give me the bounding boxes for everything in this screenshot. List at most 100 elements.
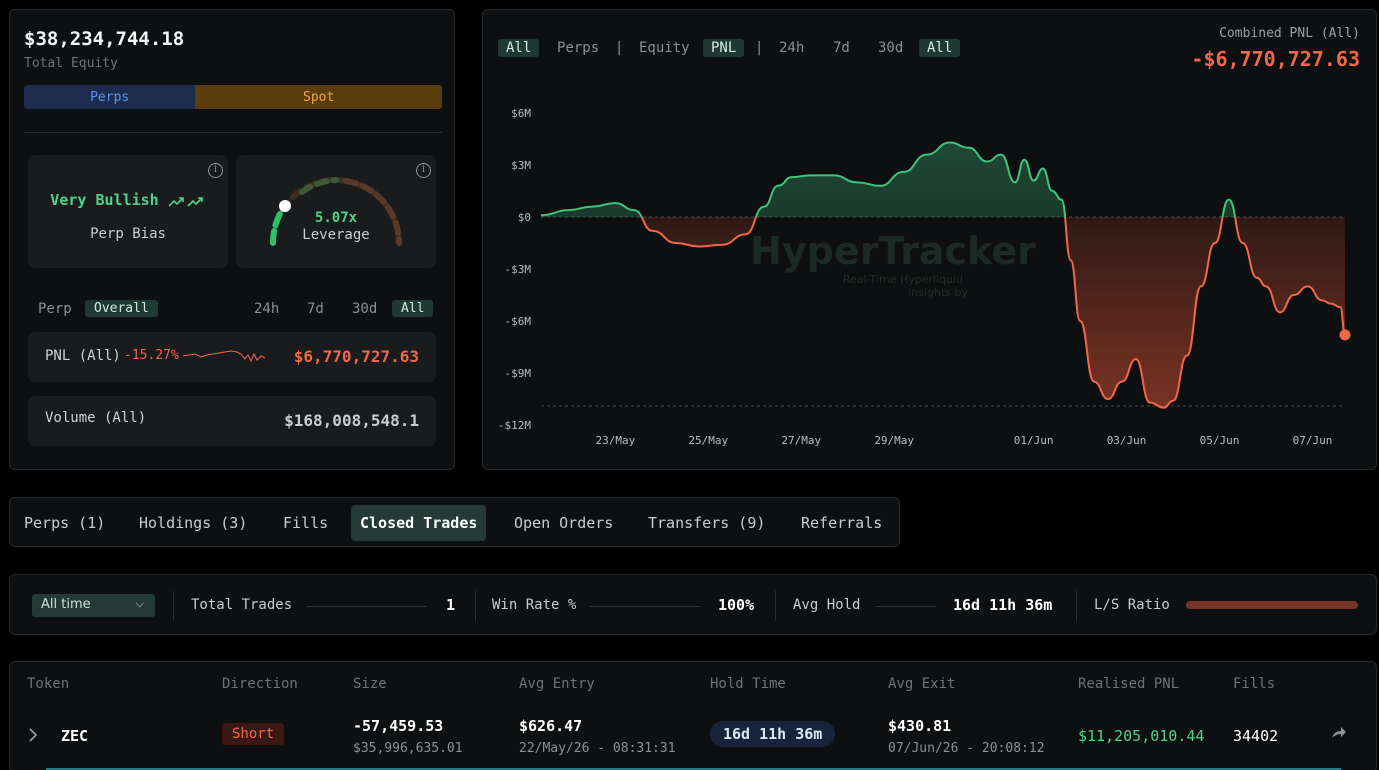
divider bbox=[475, 591, 476, 621]
leverage-label: Leverage bbox=[302, 227, 370, 243]
realised-pnl-value: $11,205,010.44 bbox=[1078, 727, 1205, 745]
x-tick-label: 27/May bbox=[781, 434, 821, 447]
pnl-filter-row: Perp Overall 24h 7d 30d All bbox=[28, 300, 446, 320]
pnl-row: PNL (All) -15.27% $6,770,727.63 bbox=[28, 332, 436, 382]
pnl-percent: -15.27% bbox=[124, 348, 179, 363]
filter-7d[interactable]: 7d bbox=[307, 301, 324, 317]
col-avg-exit[interactable]: Avg Exit bbox=[888, 676, 955, 692]
pnl-value: $6,770,727.63 bbox=[293, 347, 419, 366]
watermark: HyperTracker bbox=[750, 229, 1036, 273]
portfolio-tabs: Perps (1) Holdings (3) Fills Closed Trad… bbox=[9, 497, 900, 547]
pnl-chart: HyperTracker Real-Time Hyperliquid insig… bbox=[498, 107, 1351, 447]
tab-perps[interactable]: Perps (1) bbox=[15, 505, 114, 541]
divider bbox=[24, 132, 442, 133]
pnl-label: PNL (All) bbox=[45, 348, 121, 364]
pnl-sparkline bbox=[183, 350, 266, 363]
total-equity-value: $38,234,744.18 bbox=[24, 28, 185, 50]
x-tick-label: 05/Jun bbox=[1200, 434, 1240, 447]
watermark-sub: Real-Time Hyperliquid bbox=[843, 273, 963, 286]
x-tick-label: 23/May bbox=[595, 434, 635, 447]
total-trades-label: Total Trades bbox=[191, 597, 293, 613]
leverage-card: i 5.07x Leverage bbox=[236, 155, 436, 268]
closed-trades-table: Token Direction Size Avg Entry Hold Time… bbox=[9, 661, 1377, 770]
total-trades-value: 1 bbox=[446, 596, 456, 614]
divider bbox=[173, 591, 174, 621]
col-avg-entry[interactable]: Avg Entry bbox=[519, 676, 595, 692]
total-equity-label: Total Equity bbox=[24, 56, 118, 71]
tab-closed-trades[interactable]: Closed Trades bbox=[351, 505, 487, 541]
x-tick-label: 03/Jun bbox=[1107, 434, 1147, 447]
tab-open-orders[interactable]: Open Orders bbox=[505, 505, 622, 541]
exit-time: 07/Jun/26 - 20:08:12 bbox=[888, 741, 1045, 756]
chevron-down-icon: ⌵ bbox=[135, 597, 144, 610]
volume-row: Volume (All) $168,008,548.1 bbox=[28, 396, 436, 446]
watermark-sub: insights by bbox=[908, 286, 968, 299]
avg-exit-value: $430.81 bbox=[888, 717, 952, 735]
perp-bias-card: i Very Bullish Perp Bias bbox=[28, 155, 228, 268]
trade-stats-bar: All time ⌵ Total Trades 1 Win Rate % 100… bbox=[9, 574, 1377, 635]
x-tick-label: 01/Jun bbox=[1014, 434, 1054, 447]
filter-overall[interactable]: Overall bbox=[85, 300, 158, 317]
trend-up-icon bbox=[168, 196, 203, 207]
y-tick-label: -$12M bbox=[498, 419, 531, 432]
period-select[interactable]: All time ⌵ bbox=[32, 594, 155, 617]
filter-all[interactable]: All bbox=[392, 300, 434, 317]
entry-time: 22/May/26 - 08:31:31 bbox=[519, 741, 676, 756]
avg-hold-value: 16d 11h 36m bbox=[953, 596, 1053, 614]
col-fills[interactable]: Fills bbox=[1233, 676, 1275, 692]
filter-perp[interactable]: Perp bbox=[38, 301, 72, 317]
divider bbox=[307, 606, 427, 607]
size-usd: $35,996,635.01 bbox=[353, 741, 463, 756]
x-tick-label: 25/May bbox=[688, 434, 728, 447]
info-icon[interactable]: i bbox=[208, 163, 223, 178]
leverage-value: 5.07x bbox=[314, 210, 358, 226]
divider bbox=[876, 606, 936, 607]
perps-spot-split-bar: Perps Spot bbox=[24, 85, 442, 109]
col-size[interactable]: Size bbox=[353, 676, 387, 692]
divider bbox=[590, 606, 700, 607]
y-tick-label: -$3M bbox=[505, 263, 532, 276]
tab-fills[interactable]: Fills bbox=[274, 505, 337, 541]
y-tick-label: $3M bbox=[511, 159, 531, 172]
y-tick-label: $0 bbox=[518, 211, 531, 224]
filter-30d[interactable]: 30d bbox=[352, 301, 377, 317]
volume-value: $168,008,548.1 bbox=[284, 411, 419, 430]
y-tick-label: $6M bbox=[511, 107, 531, 120]
perps-share: Perps bbox=[24, 85, 196, 109]
divider bbox=[775, 591, 776, 621]
col-token[interactable]: Token bbox=[27, 676, 69, 692]
avg-entry-value: $626.47 bbox=[519, 717, 583, 735]
y-tick-label: -$9M bbox=[505, 367, 532, 380]
bias-value-wrap: Very Bullish bbox=[28, 191, 228, 209]
token-name: ZEC bbox=[61, 727, 89, 745]
y-tick-label: -$6M bbox=[505, 315, 532, 328]
last-point-marker bbox=[1339, 329, 1351, 341]
bias-value: Very Bullish bbox=[50, 191, 159, 209]
win-rate-value: 100% bbox=[718, 596, 755, 614]
overview-card: $38,234,744.18 Total Equity Perps Spot i… bbox=[9, 9, 455, 470]
pnl-chart-card: All Perps | Equity PNL | 24h 7d 30d All … bbox=[482, 9, 1377, 470]
ls-ratio-bar bbox=[1186, 601, 1358, 609]
x-tick-label: 29/May bbox=[874, 434, 914, 447]
direction-badge: Short bbox=[222, 723, 285, 745]
divider bbox=[1076, 591, 1077, 621]
x-tick-label: 07/Jun bbox=[1293, 434, 1333, 447]
hold-time-badge: 16d 11h 36m bbox=[710, 721, 836, 747]
tab-referrals[interactable]: Referrals bbox=[792, 505, 891, 541]
win-rate-label: Win Rate % bbox=[492, 597, 577, 613]
spot-share: Spot bbox=[195, 85, 442, 109]
ls-ratio-label: L/S Ratio bbox=[1094, 597, 1170, 613]
tab-transfers[interactable]: Transfers (9) bbox=[639, 505, 774, 541]
share-icon[interactable] bbox=[1330, 725, 1348, 741]
period-select-value: All time bbox=[41, 597, 91, 612]
col-hold-time[interactable]: Hold Time bbox=[710, 676, 786, 692]
filter-24h[interactable]: 24h bbox=[254, 301, 279, 317]
avg-hold-label: Avg Hold bbox=[793, 597, 861, 613]
col-direction[interactable]: Direction bbox=[222, 676, 298, 692]
size-value: -57,459.53 bbox=[353, 717, 444, 735]
chevron-right-icon[interactable] bbox=[27, 727, 39, 743]
col-realised-pnl[interactable]: Realised PNL bbox=[1078, 676, 1179, 692]
fills-count: 34402 bbox=[1233, 727, 1279, 745]
tab-holdings[interactable]: Holdings (3) bbox=[130, 505, 256, 541]
bias-label: Perp Bias bbox=[90, 226, 166, 242]
